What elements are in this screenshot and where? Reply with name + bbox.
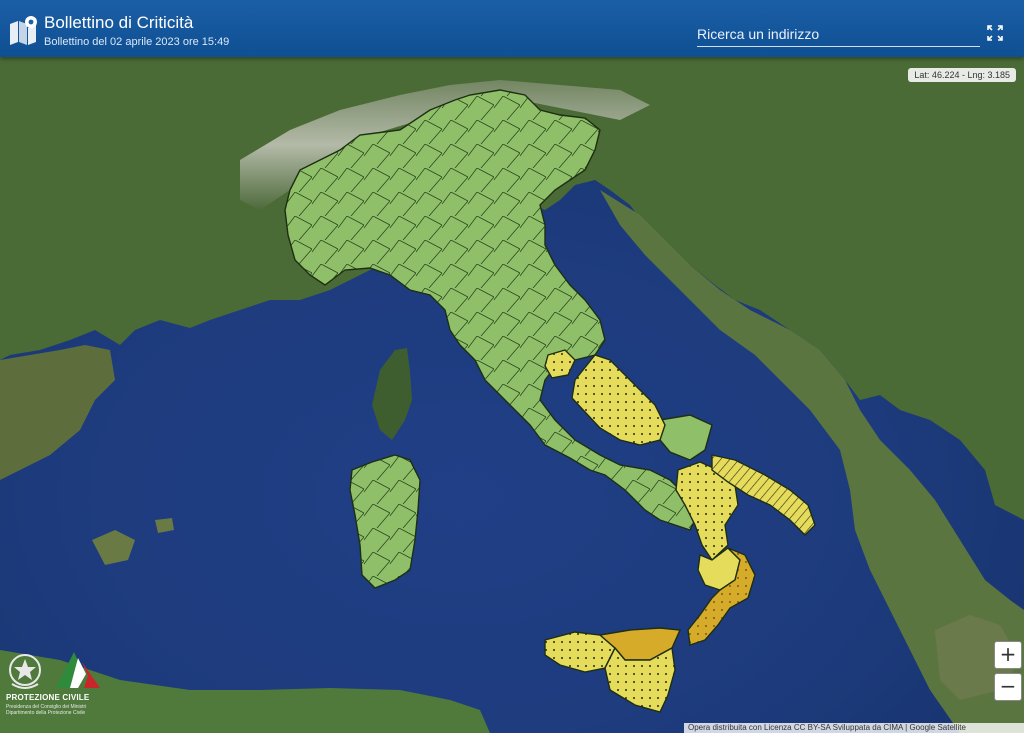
republic-emblem-icon (9, 654, 41, 689)
map-svg[interactable] (0, 57, 1024, 733)
bulletin-date: Bollettino del 02 aprile 2023 ore 15:49 (44, 36, 230, 48)
header-bar: Bollettino di Criticità Bollettino del 0… (0, 0, 1024, 57)
brand-line-2: Dipartimento della Protezione Civile (6, 710, 86, 716)
page-title: Bollettino di Criticità (44, 13, 194, 32)
map-attribution[interactable]: Opera distribuita con Licenza CC BY-SA S… (684, 723, 1024, 733)
address-search-input[interactable] (697, 22, 980, 47)
zoom-out-button[interactable]: − (994, 673, 1022, 701)
coordinates-readout: Lat: 46.224 - Lng: 3.185 (908, 68, 1016, 82)
map-canvas[interactable] (0, 57, 1024, 733)
map-pin-icon (10, 16, 37, 45)
flame-logo-icon (56, 652, 100, 688)
zoom-in-button[interactable]: + (994, 641, 1022, 669)
brand-name: PROTEZIONE CIVILE (6, 693, 90, 702)
protezione-civile-logo: PROTEZIONE CIVILE Presidenza del Consigl… (6, 648, 106, 724)
fullscreen-icon[interactable] (986, 24, 1004, 42)
